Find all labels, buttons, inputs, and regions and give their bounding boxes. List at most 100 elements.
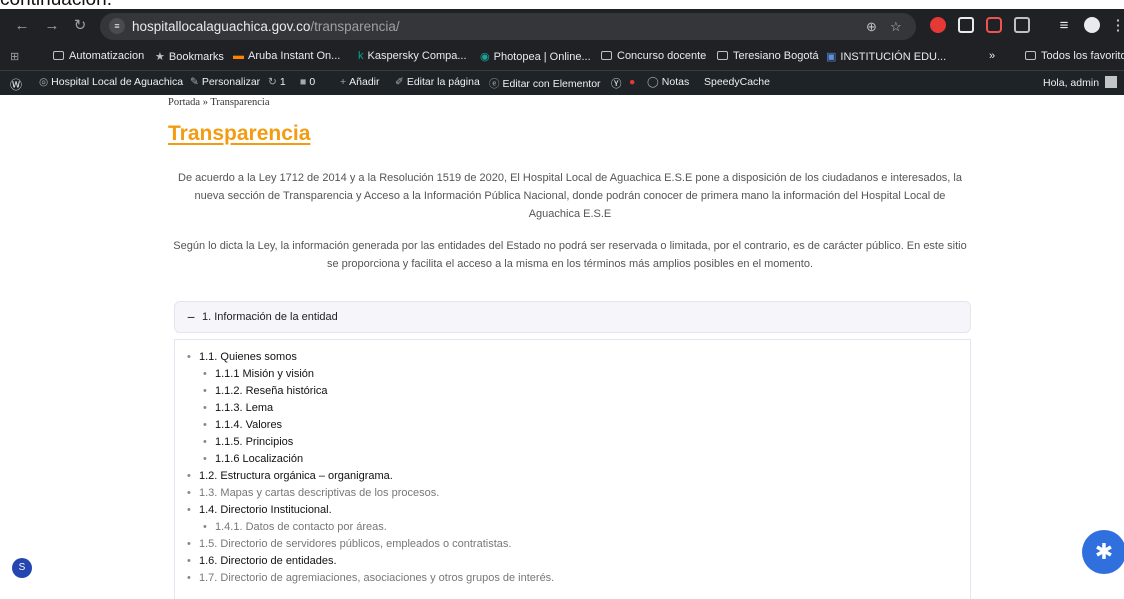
site-info-icon[interactable]: ≡ — [109, 18, 125, 34]
list-item: 1.7. Directorio de agremiaciones, asocia… — [187, 570, 554, 587]
admin-avatar — [1105, 76, 1118, 88]
url-host: hospitallocalaguachica.gov.co — [132, 19, 311, 34]
bookmark-label: Kaspersky Compa... — [367, 50, 467, 62]
top-caption-text: continuación: — [0, 0, 112, 9]
kaspersky-icon: k — [358, 50, 364, 62]
list-item: 1.5. Directorio de servidores públicos, … — [187, 536, 554, 553]
browser-toolbar: ← → ↻ ≡ hospitallocalaguachica.gov.co/tr… — [0, 9, 1124, 44]
wp-comments[interactable]: ■ 0 — [300, 76, 315, 88]
bookmark-label: Concurso docente — [617, 50, 707, 62]
list-item[interactable]: 1.1.6 Localización — [203, 451, 554, 468]
list-item: 1.3. Mapas y cartas descriptivas de los … — [187, 485, 554, 502]
list-item[interactable]: 1.1.5. Principios — [203, 434, 554, 451]
brush-icon: ✎ — [190, 76, 199, 88]
wp-speedycache[interactable]: SpeedyCache — [704, 76, 770, 88]
bookmark-institucion[interactable]: ▣ INSTITUCIÓN EDU... — [826, 50, 946, 63]
wp-updates[interactable]: ↻ 1 — [268, 76, 286, 88]
url-path: /transparencia/ — [310, 19, 400, 34]
list-item[interactable]: 1.4. Directorio Institucional. — [187, 502, 554, 519]
browser-menu-icon[interactable]: ⋮ — [1108, 16, 1124, 36]
star-icon: ★ — [155, 51, 165, 63]
yoast-seo-icon[interactable]: Ⓨ — [611, 76, 622, 91]
wordpress-logo-icon[interactable]: Ⓦ — [10, 76, 22, 93]
accordion-header-entity-info[interactable]: − 1. Información de la entidad — [174, 301, 971, 333]
list-item[interactable]: 1.1.3. Lema — [203, 400, 554, 417]
notes-icon: ◯ — [647, 76, 659, 88]
folder-icon — [601, 51, 612, 60]
wp-add-new[interactable]: + Añadir — [340, 76, 380, 88]
wp-site-name[interactable]: ◎ Hospital Local de Aguachica — [39, 76, 183, 88]
extensions-puzzle-icon[interactable] — [1014, 17, 1030, 33]
extension-square-icon[interactable] — [958, 17, 974, 33]
pocket-extension-icon[interactable] — [986, 17, 1002, 33]
elementor-icon: ⓔ — [489, 78, 500, 90]
aruba-icon: ▬ — [233, 50, 244, 62]
comments-icon: ■ — [300, 76, 307, 88]
list-item[interactable]: 1.1. Quienes somos — [187, 349, 554, 366]
bookmark-label: » — [989, 50, 996, 62]
wp-customize[interactable]: ✎ Personalizar — [190, 76, 260, 88]
list-item[interactable]: 1.1.1 Misión y visión — [203, 366, 554, 383]
apps-grid-icon[interactable]: ⊞ — [10, 50, 19, 63]
bookmark-label: Teresiano Bogotá — [733, 50, 819, 62]
list-item[interactable]: 1.1.4. Valores — [203, 417, 554, 434]
entity-info-list: 1.1. Quienes somos 1.1.1 Misión y visión… — [187, 349, 554, 587]
wp-account-menu[interactable]: Hola, admin — [1043, 76, 1118, 89]
list-item: 1.4.1. Datos de contacto por áreas. — [203, 519, 554, 536]
accordion-title: 1. Información de la entidad — [202, 311, 338, 323]
accessibility-icon[interactable]: ✱ — [1082, 530, 1124, 574]
bookmark-label: Photopea | Online... — [493, 51, 591, 63]
chat-widget-icon[interactable]: S — [12, 558, 32, 578]
adblock-extension-icon[interactable] — [930, 17, 946, 33]
folder-icon — [53, 51, 64, 60]
forward-button[interactable]: → — [42, 16, 62, 36]
browser-chrome: ← → ↻ ≡ hospitallocalaguachica.gov.co/tr… — [0, 9, 1124, 95]
address-url: hospitallocalaguachica.gov.co/transparen… — [132, 19, 400, 34]
bookmark-label: INSTITUCIÓN EDU... — [840, 51, 947, 63]
bookmark-bookmarks[interactable]: ★ Bookmarks — [155, 50, 224, 63]
wp-admin-bar: Ⓦ ◎ Hospital Local de Aguachica ✎ Personal… — [0, 71, 1124, 95]
back-button[interactable]: ← — [12, 16, 32, 36]
list-item[interactable]: 1.6. Directorio de entidades. — [187, 553, 554, 570]
bookmark-teresiano[interactable]: Teresiano Bogotá — [717, 50, 819, 62]
bookmark-star-icon[interactable]: ☆ — [890, 19, 902, 35]
reload-button[interactable]: ↻ — [70, 16, 90, 36]
bookmark-label: Automatizacion — [69, 50, 145, 62]
bookmark-label: Aruba Instant On... — [248, 50, 341, 62]
profile-avatar-icon[interactable] — [1084, 17, 1100, 33]
bookmark-photopea[interactable]: ◉ Photopea | Online... — [480, 50, 591, 63]
updates-icon: ↻ — [268, 76, 277, 88]
bookmarks-overflow-button[interactable]: » — [989, 50, 995, 62]
bookmark-aruba[interactable]: ▬ Aruba Instant On... — [233, 50, 340, 62]
bookmark-label: Bookmarks — [168, 51, 224, 63]
bookmark-kaspersky[interactable]: k Kaspersky Compa... — [358, 50, 467, 62]
bookmark-concurso-docente[interactable]: Concurso docente — [601, 50, 706, 62]
dashboard-icon: ◎ — [39, 76, 49, 88]
list-item[interactable]: 1.1.2. Reseña histórica — [203, 383, 554, 400]
intro-paragraph-2: Según lo dicta la Ley, la información ge… — [173, 240, 967, 270]
pencil-icon: ✐ — [395, 76, 404, 88]
page-icon: ▣ — [826, 51, 837, 63]
folder-icon — [1025, 51, 1036, 60]
address-bar[interactable]: ≡ hospitallocalaguachica.gov.co/transpar… — [100, 13, 916, 40]
collapse-icon: − — [187, 309, 196, 325]
plus-icon: + — [340, 76, 347, 88]
breadcrumb: Portada » Transparencia — [168, 97, 270, 108]
bookmarks-bar: ⊞ Automatizacion ★ Bookmarks ▬ Aruba Insta… — [0, 44, 1124, 71]
page-title: Transparencia — [168, 122, 311, 145]
bookmark-all-favorites[interactable]: Todos los favoritos — [1025, 50, 1124, 62]
accordion-panel: 1.1. Quienes somos 1.1.1 Misión y visión… — [174, 339, 971, 599]
intro-paragraph-1: De acuerdo a la Ley 1712 de 2014 y a la … — [178, 172, 962, 220]
bookmark-automatizacion[interactable]: Automatizacion — [53, 50, 144, 62]
photopea-icon: ◉ — [480, 51, 490, 63]
list-item[interactable]: 1.2. Estructura orgánica – organigrama. — [187, 468, 554, 485]
folder-icon — [717, 51, 728, 60]
top-caption: continuación: — [0, 0, 1124, 9]
seo-status-dot-icon: ● — [629, 76, 636, 88]
wp-edit-page[interactable]: ✐ Editar la página — [395, 76, 480, 88]
reading-list-icon[interactable]: ≡ — [1054, 16, 1074, 36]
zoom-icon[interactable]: ⊕ — [866, 19, 877, 35]
bookmark-label: Todos los favoritos — [1041, 50, 1124, 62]
wp-notes[interactable]: ◯ Notas — [647, 76, 689, 88]
wp-edit-elementor[interactable]: ⓔ Editar con Elementor — [489, 76, 601, 91]
